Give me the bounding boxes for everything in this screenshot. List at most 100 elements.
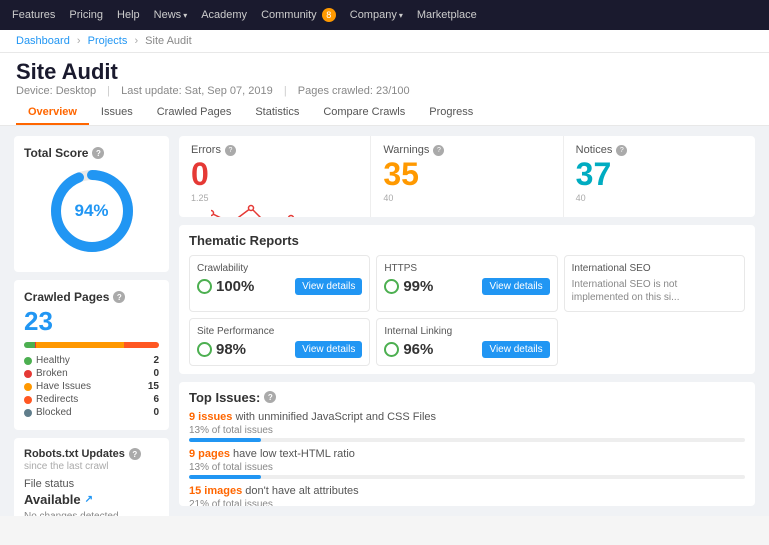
issues-section: Top Issues: ? 9 issues with unminified J… (179, 382, 755, 506)
report-crawlability: Crawlability 100% View details (189, 255, 370, 312)
issue-bar-fill-1 (189, 475, 261, 479)
report-crawlability-title: Crawlability (197, 263, 362, 274)
nav-marketplace[interactable]: Marketplace (417, 9, 477, 21)
page-title: Site Audit (16, 59, 753, 85)
report-performance: Site Performance 98% View details (189, 318, 370, 366)
tab-progress[interactable]: Progress (417, 101, 485, 125)
main-content: Total Score ? 94% Crawled Pages ? 23 (0, 126, 769, 516)
errors-chart: 1.25 0 (191, 193, 358, 217)
warnings-label: Warnings ? (383, 144, 550, 156)
issue-text-1: 9 pages have low text-HTML ratio (189, 448, 745, 460)
crawlability-view-btn[interactable]: View details (295, 278, 362, 295)
robots-subtitle: since the last crawl (24, 461, 159, 472)
nav-help[interactable]: Help (117, 9, 140, 21)
tab-statistics[interactable]: Statistics (243, 101, 311, 125)
breadcrumb-dashboard[interactable]: Dashboard (16, 35, 70, 47)
report-intl-seo-title: International SEO (572, 263, 737, 274)
crawlability-circle-icon (197, 279, 212, 294)
no-changes: No changes detected (24, 511, 159, 516)
score-card-title: Total Score ? (24, 146, 159, 160)
report-internal-linking: Internal Linking 96% View details (376, 318, 557, 366)
issues-title: Top Issues: ? (189, 390, 745, 405)
errors-label: Errors ? (191, 144, 358, 156)
crawled-info-icon: ? (113, 291, 125, 303)
score-value: 94% (74, 201, 108, 221)
tab-compare-crawls[interactable]: Compare Crawls (311, 101, 417, 125)
robots-title: Robots.txt Updates ? (24, 448, 159, 460)
page-meta: Device: Desktop | Last update: Sat, Sep … (16, 85, 753, 97)
report-https-title: HTTPS (384, 263, 549, 274)
issue-item-2: 15 images don't have alt attributes 21% … (189, 485, 745, 506)
robots-card: Robots.txt Updates ? since the last craw… (14, 438, 169, 516)
report-intl-seo-note: International SEO is not implemented on … (572, 278, 737, 304)
robots-info-icon: ? (129, 448, 141, 460)
nav-academy[interactable]: Academy (201, 9, 247, 21)
warnings-metric: Warnings ? 35 40 0 (371, 136, 563, 217)
issue-bar-fill-0 (189, 438, 261, 442)
breadcrumb-current: Site Audit (145, 35, 191, 47)
tabs: Overview Issues Crawled Pages Statistics… (16, 101, 753, 125)
tab-overview[interactable]: Overview (16, 101, 89, 125)
notices-value: 37 (576, 158, 743, 190)
nav-news[interactable]: News▾ (154, 9, 188, 21)
crawled-count: 23 (24, 306, 159, 337)
warnings-value: 35 (383, 158, 550, 190)
donut-chart: 94% (47, 166, 137, 256)
score-info-icon: ? (92, 147, 104, 159)
report-performance-title: Site Performance (197, 326, 362, 337)
breadcrumb: Dashboard › Projects › Site Audit (0, 30, 769, 53)
file-status-label: File status (24, 478, 159, 490)
issues-info-icon: ? (264, 391, 276, 403)
issue-pct-1: 13% of total issues (189, 462, 745, 473)
file-status-value: Available ↗ (24, 492, 159, 507)
nav-company[interactable]: Company▾ (350, 9, 403, 21)
errors-value: 0 (191, 158, 358, 190)
community-badge: 8 (322, 8, 336, 22)
issue-bar-bg-1 (189, 475, 745, 479)
warnings-chart: 40 0 (383, 193, 550, 217)
performance-circle-icon (197, 342, 212, 357)
report-intl-seo: International SEO International SEO is n… (564, 255, 745, 312)
issue-pct-2: 21% of total issues (189, 499, 745, 506)
internal-linking-circle-icon (384, 342, 399, 357)
issue-text-0: 9 issues with unminified JavaScript and … (189, 411, 745, 423)
left-panel: Total Score ? 94% Crawled Pages ? 23 (14, 136, 169, 506)
performance-view-btn[interactable]: View details (295, 341, 362, 358)
issue-text-2: 15 images don't have alt attributes (189, 485, 745, 497)
crawled-bar (24, 342, 159, 348)
breadcrumb-projects[interactable]: Projects (88, 35, 128, 47)
issue-bar-bg-0 (189, 438, 745, 442)
top-nav: Features Pricing Help News▾ Academy Comm… (0, 0, 769, 30)
crawled-card: Crawled Pages ? 23 Healthy 2 Broken (14, 280, 169, 430)
tab-crawled-pages[interactable]: Crawled Pages (145, 101, 244, 125)
page-header: Site Audit Device: Desktop | Last update… (0, 53, 769, 126)
score-card: Total Score ? 94% (14, 136, 169, 272)
thematic-section: Thematic Reports Crawlability 100% View … (179, 225, 755, 374)
metrics-row: Errors ? 0 1.25 0 (179, 136, 755, 217)
notices-chart: 40 0 (576, 193, 743, 217)
https-circle-icon (384, 279, 399, 294)
nav-pricing[interactable]: Pricing (69, 9, 103, 21)
warnings-info-icon: ? (433, 145, 444, 156)
errors-info-icon: ? (225, 145, 236, 156)
internal-linking-view-btn[interactable]: View details (482, 341, 549, 358)
issue-item-1: 9 pages have low text-HTML ratio 13% of … (189, 448, 745, 479)
crawled-legend: Healthy 2 Broken 0 Have Issues 15 Redire… (24, 355, 159, 418)
nav-community[interactable]: Community 8 (261, 8, 336, 22)
right-panel: Errors ? 0 1.25 0 (179, 136, 755, 506)
report-https: HTTPS 99% View details (376, 255, 557, 312)
notices-metric: Notices ? 37 40 0 (564, 136, 755, 217)
tab-issues[interactable]: Issues (89, 101, 145, 125)
issue-pct-0: 13% of total issues (189, 425, 745, 436)
errors-metric: Errors ? 0 1.25 0 (179, 136, 371, 217)
https-view-btn[interactable]: View details (482, 278, 549, 295)
crawled-title: Crawled Pages ? (24, 290, 159, 304)
notices-info-icon: ? (616, 145, 627, 156)
reports-grid: Crawlability 100% View details HTTPS (189, 255, 745, 366)
nav-features[interactable]: Features (12, 9, 55, 21)
external-link-icon[interactable]: ↗ (85, 494, 93, 505)
notices-label: Notices ? (576, 144, 743, 156)
issue-item-0: 9 issues with unminified JavaScript and … (189, 411, 745, 442)
thematic-title: Thematic Reports (189, 233, 745, 248)
report-internal-linking-title: Internal Linking (384, 326, 549, 337)
